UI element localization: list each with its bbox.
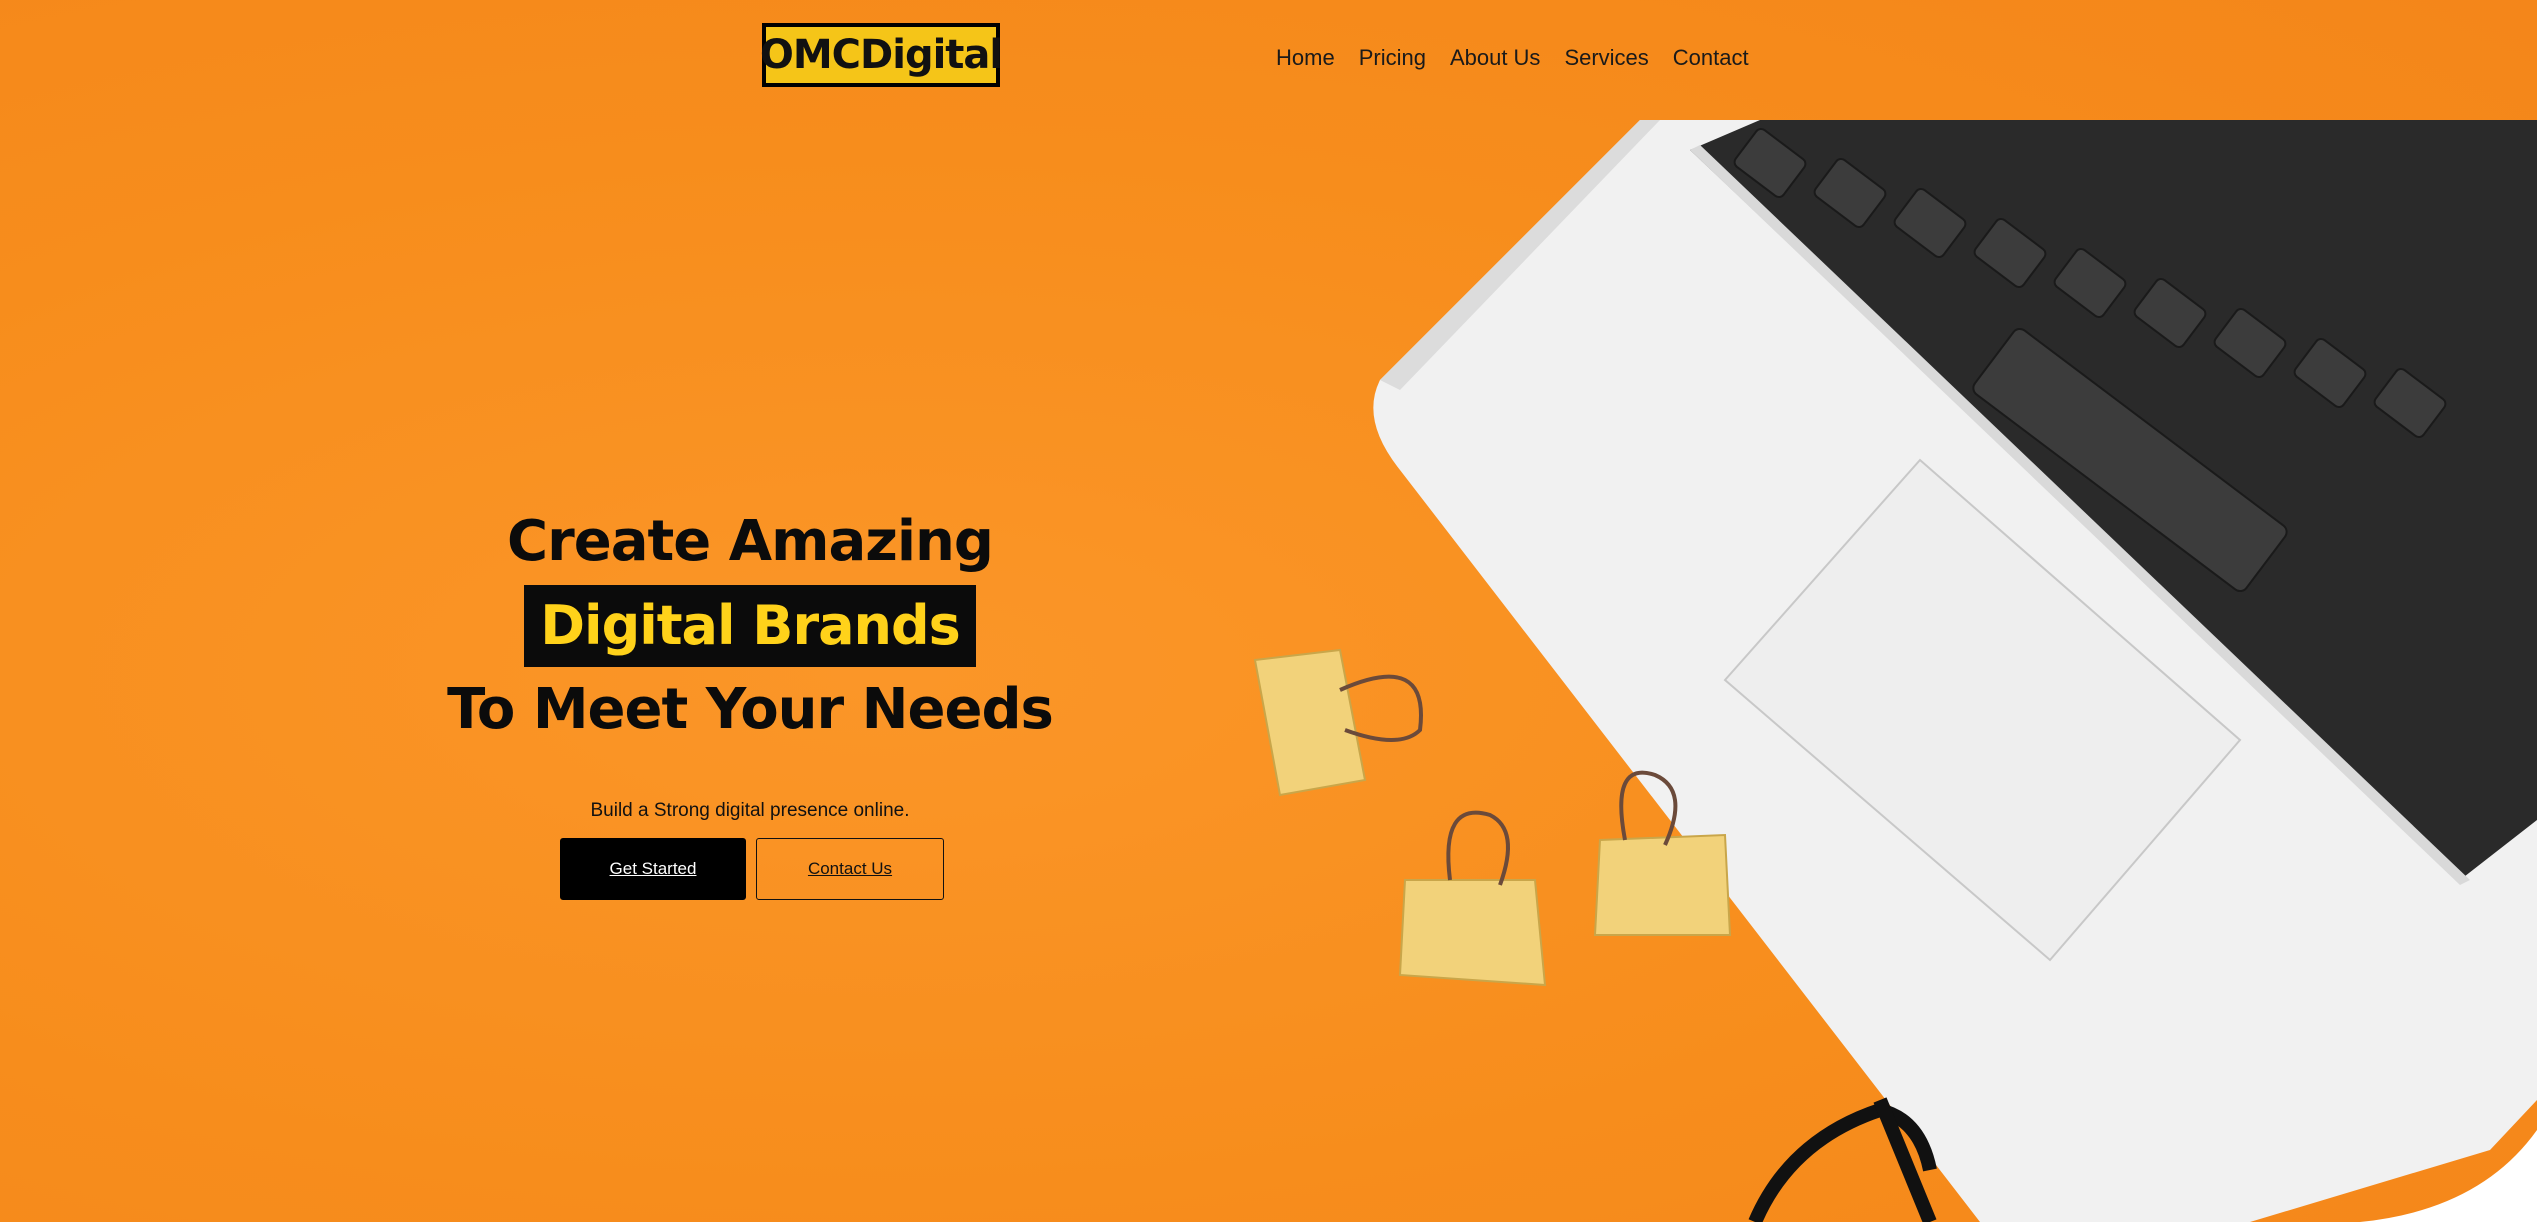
main-nav: Home Pricing About Us Services Contact xyxy=(1264,40,1761,76)
nav-about-link[interactable]: About Us xyxy=(1438,40,1553,76)
binder-clip-icon xyxy=(1398,810,1547,987)
nav-services-link[interactable]: Services xyxy=(1552,40,1660,76)
nav-home-link[interactable]: Home xyxy=(1264,40,1347,76)
site-header: OMCDigital Home Pricing About Us Service… xyxy=(0,0,2537,124)
headline-highlight-wrap: Digital Brands xyxy=(440,584,1060,668)
laptop-icon xyxy=(1373,120,2537,1222)
get-started-button[interactable]: Get Started xyxy=(560,838,746,900)
site-logo[interactable]: OMCDigital xyxy=(760,23,1003,87)
nav-pricing-link[interactable]: Pricing xyxy=(1347,40,1438,76)
hero-tagline: Build a Strong digital presence online. xyxy=(590,800,910,821)
binder-clip-icon xyxy=(1253,648,1423,797)
hero-headline: Create Amazing Digital Brands To Meet Yo… xyxy=(440,500,1060,752)
contact-us-button[interactable]: Contact Us xyxy=(756,838,944,900)
hero-image xyxy=(1253,120,2537,1222)
headline-line-3: To Meet Your Needs xyxy=(447,677,1054,742)
nav-contact-link[interactable]: Contact xyxy=(1661,40,1761,76)
headline-highlight: Digital Brands xyxy=(524,585,976,667)
headline-line-1: Create Amazing xyxy=(507,509,994,574)
hero-section: OMCDigital Home Pricing About Us Service… xyxy=(0,0,2537,1222)
glasses-icon xyxy=(1748,1097,1937,1222)
